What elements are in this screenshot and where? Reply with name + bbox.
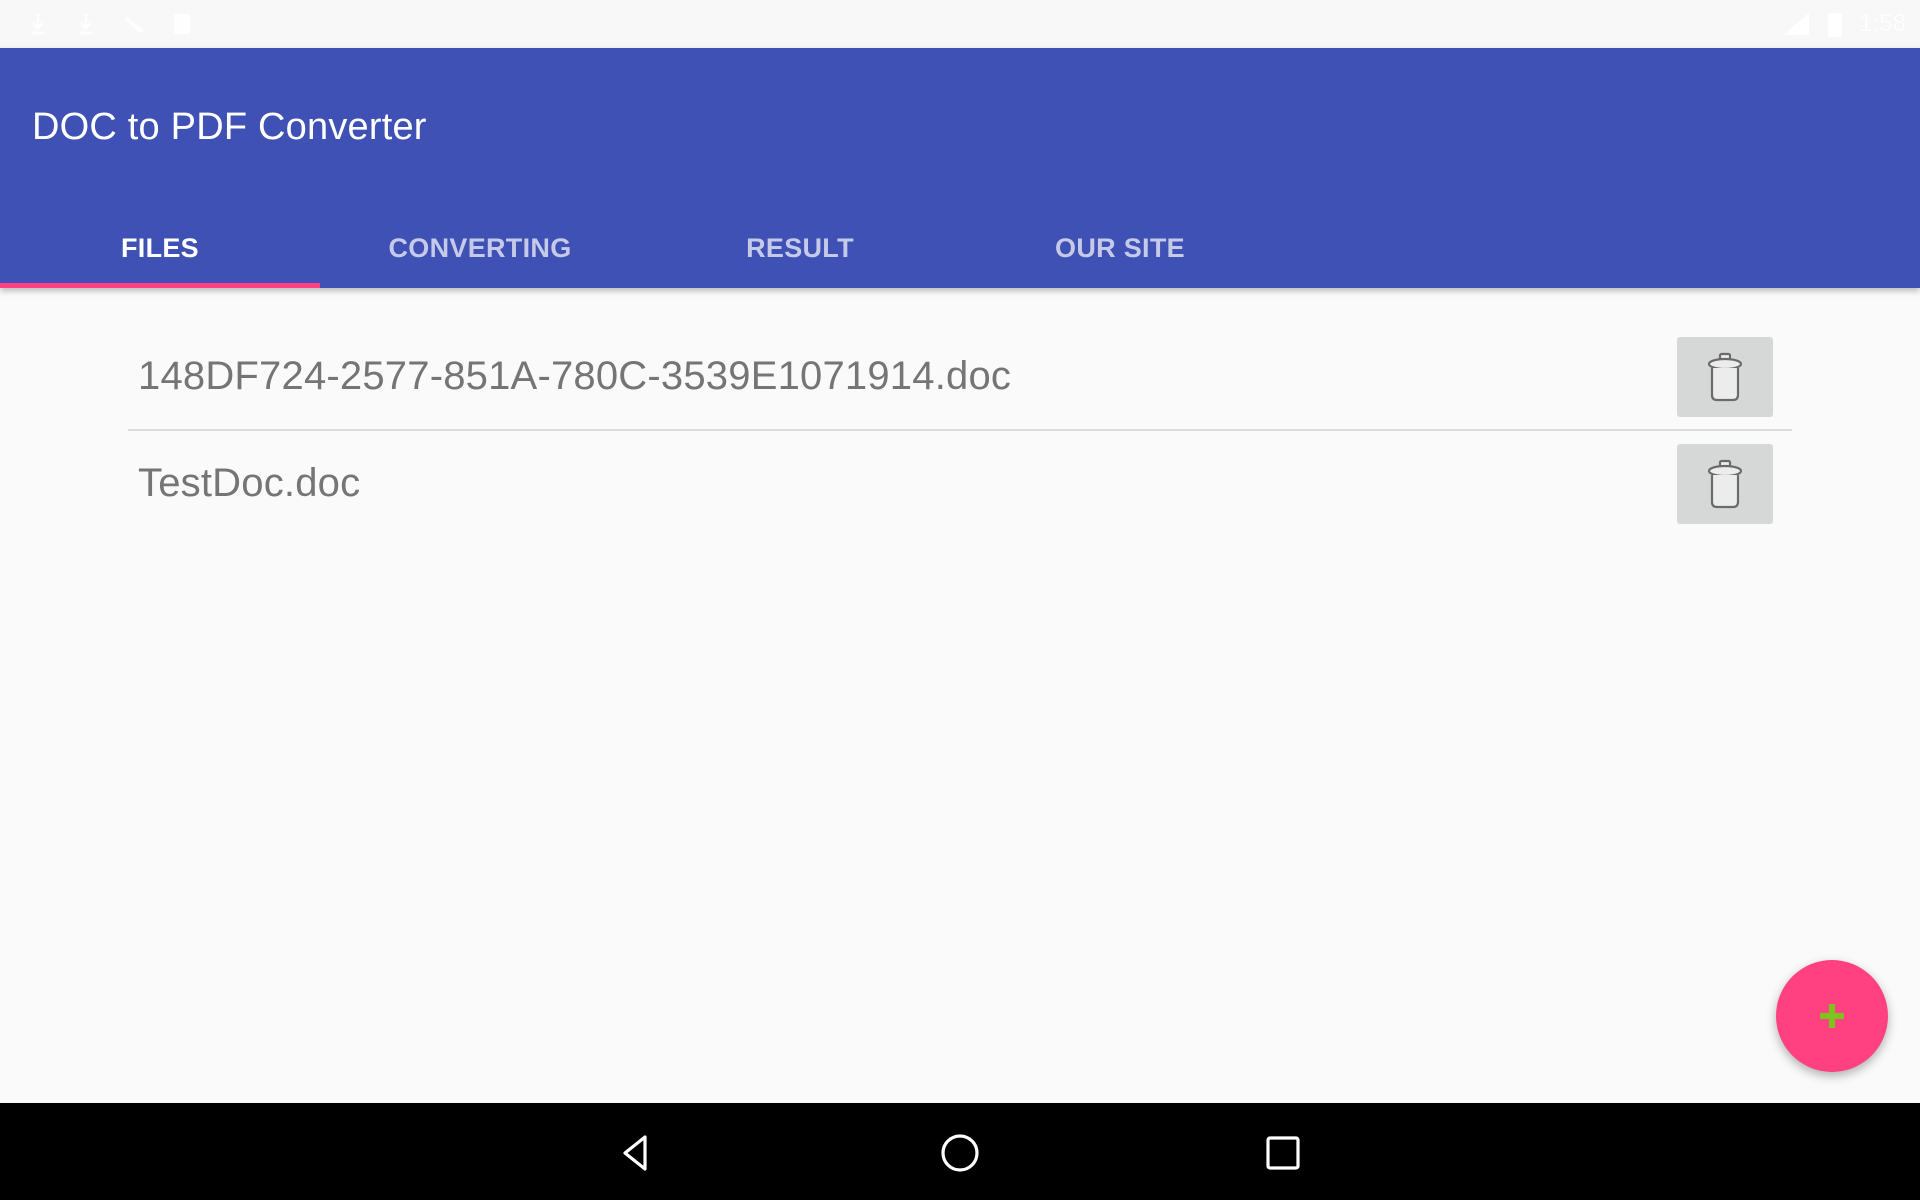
file-list-item[interactable]: TestDoc.doc (128, 431, 1792, 536)
download-icon (79, 14, 93, 35)
sd-card-icon (174, 14, 190, 34)
file-name: TestDoc.doc (138, 461, 361, 505)
no-sim-icon (124, 16, 144, 34)
file-name: 148DF724-2577-851A-780C-3539E1071914.doc (138, 354, 1012, 398)
tab-label: CONVERTING (388, 232, 572, 263)
status-time: 1:58 (1859, 10, 1906, 37)
tab-label: RESULT (746, 232, 854, 263)
trash-icon (1707, 352, 1743, 401)
tab-files[interactable]: FILES (0, 208, 320, 288)
tab-our-site[interactable]: OUR SITE (960, 208, 1280, 288)
back-icon (623, 1135, 647, 1171)
tab-label: OUR SITE (1055, 232, 1185, 263)
back-button[interactable] (604, 1121, 668, 1185)
recents-icon (1266, 1136, 1300, 1170)
tab-label: FILES (120, 232, 199, 263)
file-list: 148DF724-2577-851A-780C-3539E1071914.doc… (128, 324, 1792, 536)
file-list-item[interactable]: 148DF724-2577-851A-780C-3539E1071914.doc (128, 324, 1792, 429)
tab-result[interactable]: RESULT (640, 208, 960, 288)
system-nav-bar (0, 1103, 1920, 1200)
delete-file-button[interactable] (1677, 443, 1773, 524)
status-notification-icons (26, 12, 194, 36)
download-icon (31, 14, 45, 35)
add-file-button[interactable] (1776, 960, 1888, 1072)
app-bar: DOC to PDF Converter FILES CONVERTING RE… (0, 48, 1920, 288)
home-button[interactable] (928, 1121, 992, 1185)
battery-icon (1828, 13, 1843, 37)
status-system-icons: 1:58 (1781, 10, 1906, 38)
tab-indicator (0, 283, 320, 288)
tab-bar: FILES CONVERTING RESULT OUR SITE (0, 208, 1280, 288)
tab-converting[interactable]: CONVERTING (320, 208, 640, 288)
delete-file-button[interactable] (1677, 336, 1773, 417)
home-icon (941, 1134, 979, 1172)
wifi-signal-icon (1783, 13, 1810, 35)
trash-icon (1707, 459, 1743, 508)
recents-button[interactable] (1251, 1121, 1315, 1185)
plus-icon (1820, 1004, 1844, 1028)
app-title: DOC to PDF Converter (32, 106, 427, 148)
files-panel: 148DF724-2577-851A-780C-3539E1071914.doc… (0, 288, 1920, 1103)
status-bar: 1:58 (0, 0, 1920, 48)
